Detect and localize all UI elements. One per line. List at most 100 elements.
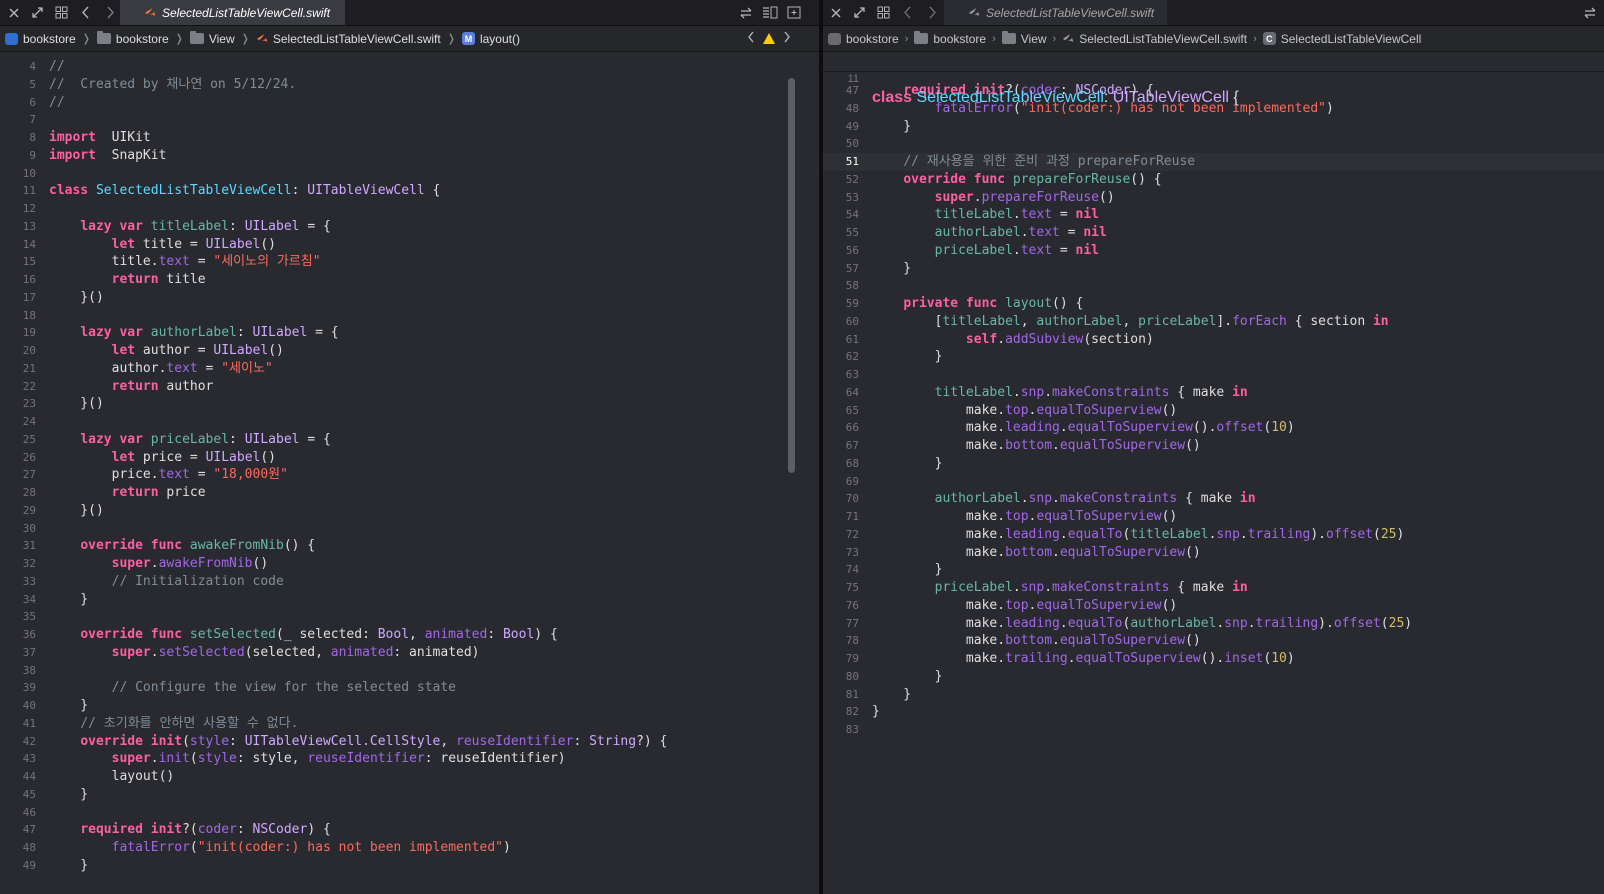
swap-icon[interactable] [1581,4,1598,21]
code-line[interactable]: 14 let title = UILabel() [0,236,819,254]
breadcrumb-view-folder[interactable]: View [189,31,235,46]
code-line[interactable]: 21 author.text = "세이노" [0,360,819,378]
right-file-tab[interactable]: SelectedListTableViewCell.swift [944,0,1167,25]
code-line[interactable]: 24 [0,413,819,431]
code-line[interactable]: 77 make.leading.equalTo(authorLabel.snp.… [823,615,1604,633]
code-line[interactable]: 20 let author = UILabel() [0,342,819,360]
code-line[interactable]: 48 fatalError("init(coder:) has not been… [0,839,819,857]
code-line[interactable]: 12 [0,200,819,218]
code-line[interactable]: 17 }() [0,289,819,307]
code-line[interactable]: 32 super.awakeFromNib() [0,555,819,573]
left-file-tab[interactable]: SelectedListTableViewCell.swift [120,0,345,25]
code-line[interactable]: 52 override func prepareForReuse() { [823,171,1604,189]
code-line[interactable]: 6 // [0,94,819,112]
code-line[interactable]: 58 [823,277,1604,295]
code-line[interactable]: 36 override func setSelected(_ selected:… [0,626,819,644]
forward-icon[interactable] [101,4,118,21]
editor-options-icon[interactable] [761,4,778,21]
code-line[interactable]: 41 // 초기화를 안하면 사용할 수 없다. [0,715,819,733]
close-editor-icon[interactable] [5,4,22,21]
breadcrumb-method[interactable]: Mlayout() [461,32,520,46]
code-line[interactable]: 61 self.addSubview(section) [823,331,1604,349]
code-line[interactable]: 53 super.prepareForReuse() [823,189,1604,207]
code-line[interactable]: 35 [0,608,819,626]
code-line[interactable]: 80 } [823,668,1604,686]
code-line[interactable]: 31 override func awakeFromNib() { [0,537,819,555]
code-line[interactable]: 5 // Created by 채나연 on 5/12/24. [0,76,819,94]
code-line[interactable]: 10 [0,165,819,183]
code-line[interactable]: 73 make.bottom.equalToSuperview() [823,544,1604,562]
back-icon[interactable] [899,4,916,21]
code-line[interactable]: 30 [0,520,819,538]
split-editor-icon[interactable] [785,4,802,21]
code-line[interactable]: 59 private func layout() { [823,295,1604,313]
code-line[interactable]: 16 return title [0,271,819,289]
code-line[interactable]: 64 titleLabel.snp.makeConstraints { make… [823,384,1604,402]
code-line[interactable]: 22 return author [0,378,819,396]
grid-icon[interactable] [875,4,892,21]
code-line[interactable]: 49 } [0,857,819,875]
code-line[interactable]: 40 } [0,697,819,715]
code-line[interactable]: 46 [0,804,819,822]
breadcrumb-file[interactable]: SelectedListTableViewCell.swift [1062,31,1247,46]
code-line[interactable]: 54 titleLabel.text = nil [823,206,1604,224]
code-line[interactable]: 65 make.top.equalToSuperview() [823,402,1604,420]
code-line[interactable]: 51 // 재사용을 위한 준비 과정 prepareForReuse [823,153,1604,171]
code-line[interactable]: 79 make.trailing.equalToSuperview().inse… [823,650,1604,668]
code-line[interactable]: 33 // Initialization code [0,573,819,591]
breadcrumb-group[interactable]: bookstore [914,31,986,46]
code-line[interactable]: 37 super.setSelected(selected, animated:… [0,644,819,662]
code-line[interactable]: 70 authorLabel.snp.makeConstraints { mak… [823,490,1604,508]
back-icon[interactable] [77,4,94,21]
previous-issue-icon[interactable] [747,31,755,46]
left-scrollbar[interactable] [788,78,795,473]
breadcrumb-class[interactable]: C SelectedListTableViewCell [1262,32,1421,46]
code-line[interactable]: 71 make.top.equalToSuperview() [823,508,1604,526]
code-line[interactable]: 63 [823,366,1604,384]
code-line[interactable]: 19 lazy var authorLabel: UILabel = { [0,324,819,342]
code-line[interactable]: 50 [823,135,1604,153]
code-line[interactable]: 82} [823,703,1604,721]
breadcrumb-group[interactable]: bookstore [96,31,169,46]
code-line[interactable]: 13 lazy var titleLabel: UILabel = { [0,218,819,236]
code-line[interactable]: 76 make.top.equalToSuperview() [823,597,1604,615]
code-line[interactable]: 62 } [823,348,1604,366]
code-line[interactable]: 66 make.leading.equalToSuperview().offse… [823,419,1604,437]
code-line[interactable]: 42 override init(style: UITableViewCell.… [0,733,819,751]
code-line[interactable]: 15 title.text = "세이노의 가르침" [0,253,819,271]
expand-icon[interactable] [851,4,868,21]
forward-icon[interactable] [923,4,940,21]
code-line[interactable]: 23 }() [0,395,819,413]
code-line[interactable]: 74 } [823,561,1604,579]
code-line[interactable]: 56 priceLabel.text = nil [823,242,1604,260]
code-line[interactable]: 28 return price [0,484,819,502]
left-code-editor[interactable]: 4 // 5 // Created by 채나연 on 5/12/24. 6 // 7 8 im… [0,58,819,894]
code-line[interactable]: 29 }() [0,502,819,520]
code-line[interactable]: 26 let price = UILabel() [0,449,819,467]
code-line[interactable]: 55 authorLabel.text = nil [823,224,1604,242]
code-line[interactable]: 8 import UIKit [0,129,819,147]
right-code-editor[interactable]: 47 required init?(coder: NSCoder) {48 fa… [823,82,1604,894]
code-line[interactable]: 57 } [823,260,1604,278]
code-line[interactable]: 45 } [0,786,819,804]
code-line[interactable]: 7 [0,111,819,129]
code-line[interactable]: 83 [823,721,1604,739]
code-line[interactable]: 9 import SnapKit [0,147,819,165]
code-line[interactable]: 11 class SelectedListTableViewCell: UITab… [0,182,819,200]
code-line[interactable]: 75 priceLabel.snp.makeConstraints { make… [823,579,1604,597]
grid-icon[interactable] [53,4,70,21]
code-line[interactable]: 60 [titleLabel, authorLabel, priceLabel]… [823,313,1604,331]
code-line[interactable]: 4 // [0,58,819,76]
code-line[interactable]: 27 price.text = "18,000원" [0,466,819,484]
code-line[interactable]: 68 } [823,455,1604,473]
breadcrumb-view-folder[interactable]: View [1001,31,1047,46]
code-line[interactable]: 39 // Configure the view for the selecte… [0,679,819,697]
swap-icon[interactable] [737,4,754,21]
code-line[interactable]: 47 required init?(coder: NSCoder) { [0,821,819,839]
code-line[interactable]: 69 [823,473,1604,491]
breadcrumb-project[interactable]: bookstore [828,32,899,46]
code-line[interactable]: 78 make.bottom.equalToSuperview() [823,632,1604,650]
code-line[interactable]: 44 layout() [0,768,819,786]
code-line[interactable]: 38 [0,662,819,680]
code-line[interactable]: 18 [0,307,819,325]
